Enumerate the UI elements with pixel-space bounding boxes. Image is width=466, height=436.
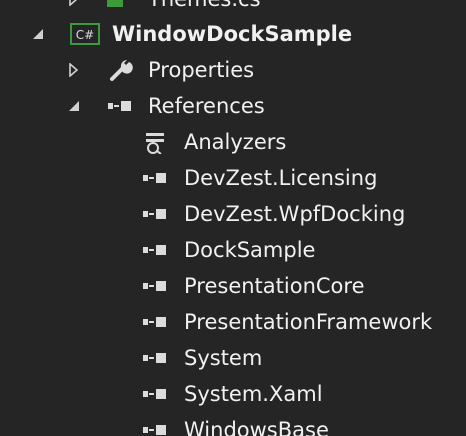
- tree-item-label: System.Xaml: [184, 382, 323, 406]
- reference-icon: [141, 202, 171, 226]
- analyzer-icon: [140, 130, 170, 154]
- reference-icon: [141, 418, 171, 436]
- tree-item-label: References: [148, 94, 265, 118]
- csharp-file-icon: [100, 0, 130, 11]
- reference-icon: [106, 94, 136, 118]
- reference-item[interactable]: DockSample: [0, 232, 466, 268]
- tree-item-label: System: [184, 346, 263, 370]
- reference-icon: [141, 274, 171, 298]
- tree-item-properties[interactable]: Properties: [0, 52, 466, 88]
- reference-item[interactable]: PresentationFramework: [0, 304, 466, 340]
- tree-item-project[interactable]: C# WindowDockSample: [0, 16, 466, 52]
- svg-text:C#: C#: [76, 28, 94, 42]
- collapse-arrow-icon[interactable]: [30, 26, 46, 42]
- wrench-icon: [106, 58, 136, 82]
- reference-item[interactable]: System.Xaml: [0, 376, 466, 412]
- reference-item[interactable]: DevZest.WpfDocking: [0, 196, 466, 232]
- collapse-arrow-icon[interactable]: [66, 98, 82, 114]
- reference-icon: [141, 310, 171, 334]
- reference-item[interactable]: DevZest.Licensing: [0, 160, 466, 196]
- reference-icon: [141, 382, 171, 406]
- reference-item[interactable]: PresentationCore: [0, 268, 466, 304]
- tree-item-label: Themes.cs: [148, 0, 261, 17]
- tree-item-label: WindowDockSample: [112, 22, 353, 46]
- expand-arrow-icon[interactable]: [66, 0, 82, 7]
- reference-item[interactable]: Analyzers: [0, 124, 466, 160]
- tree-item-label: DevZest.Licensing: [184, 166, 378, 190]
- reference-icon: [141, 238, 171, 262]
- tree-item-label: WindowsBase: [184, 418, 329, 436]
- tree-item-label: PresentationFramework: [184, 310, 433, 334]
- reference-item[interactable]: WindowsBase: [0, 412, 466, 436]
- expand-arrow-icon[interactable]: [66, 62, 82, 78]
- tree-item-references[interactable]: References: [0, 88, 466, 124]
- tree-item-label: DockSample: [184, 238, 316, 262]
- reference-item[interactable]: System: [0, 340, 466, 376]
- solution-explorer-tree: Themes.cs C# WindowDockSample Properties: [0, 0, 466, 436]
- reference-icon: [141, 346, 171, 370]
- tree-item-label: PresentationCore: [184, 274, 365, 298]
- tree-item-label: Analyzers: [184, 130, 287, 154]
- reference-icon: [141, 166, 171, 190]
- csharp-project-icon: C#: [70, 22, 100, 46]
- tree-item-label: DevZest.WpfDocking: [184, 202, 406, 226]
- tree-item-label: Properties: [148, 58, 255, 82]
- tree-item-themes[interactable]: Themes.cs: [0, 0, 466, 17]
